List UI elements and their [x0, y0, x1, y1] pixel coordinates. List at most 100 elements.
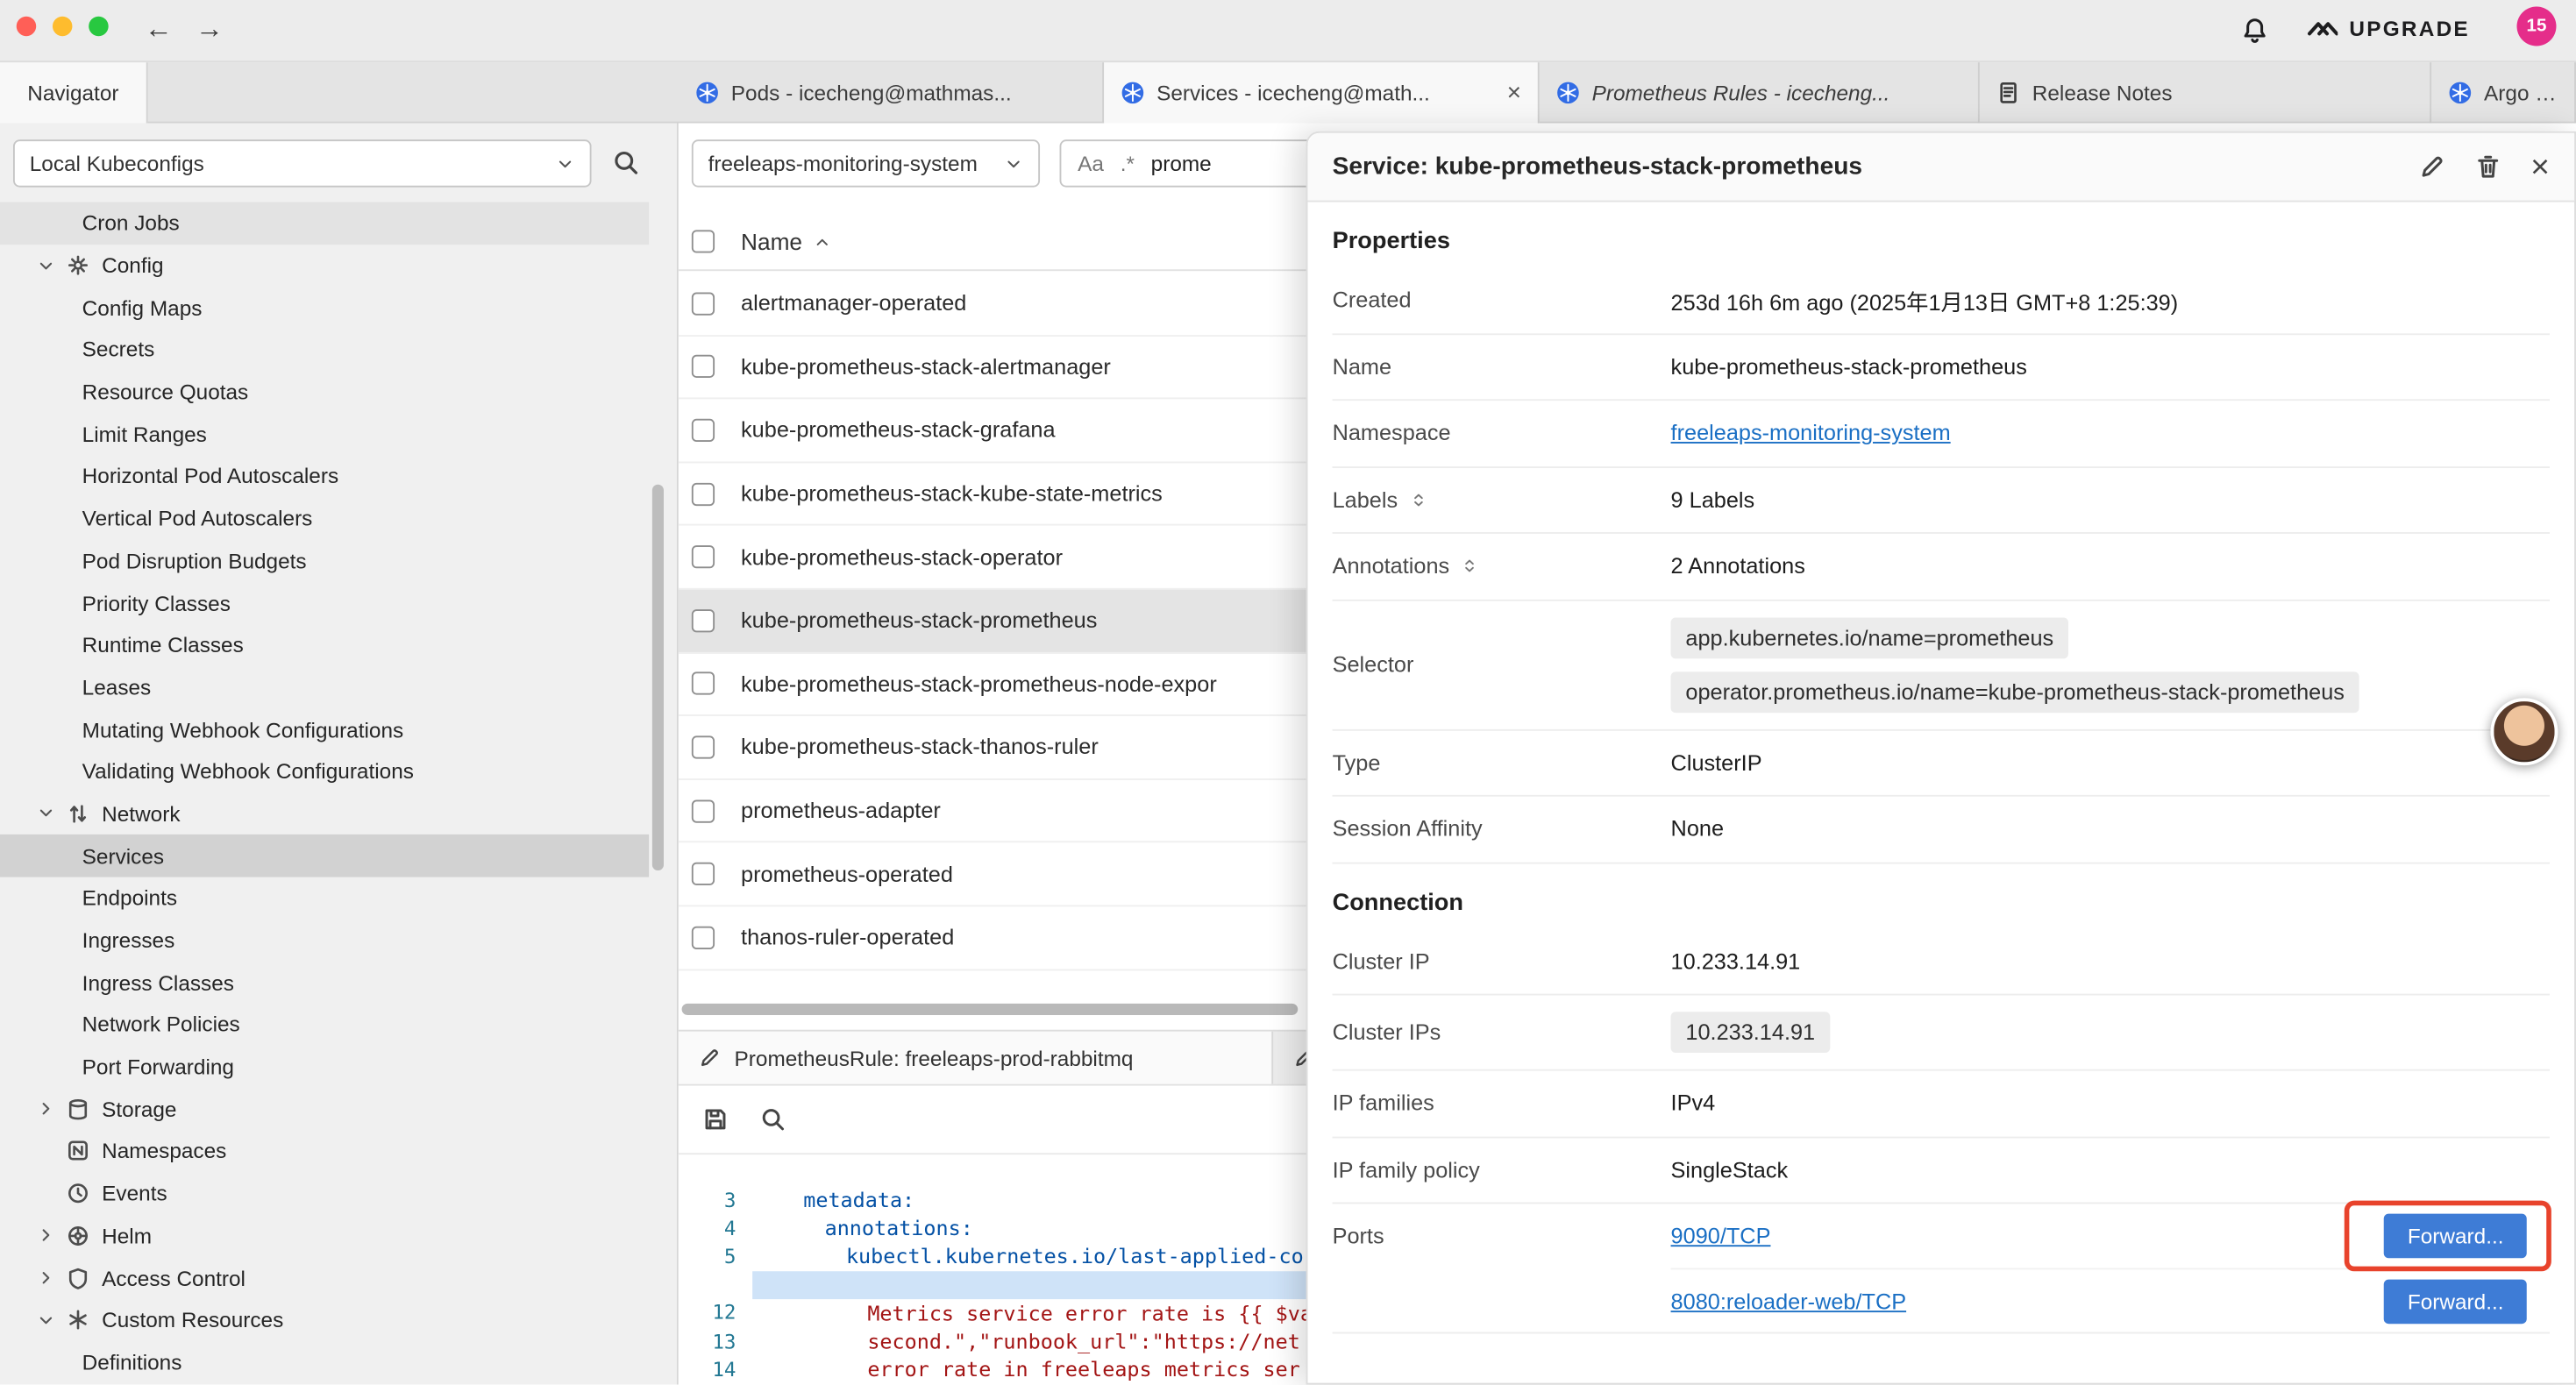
chevron-down-icon[interactable]	[36, 804, 55, 823]
editor-line[interactable]: 13second.","runbook_url":"https://net	[679, 1327, 1308, 1355]
chevron-right-icon[interactable]	[36, 1099, 55, 1119]
row-checkbox[interactable]	[692, 355, 715, 378]
sidebar-item-ingress-classes[interactable]: Ingress Classes	[0, 962, 649, 1004]
sidebar-item-config[interactable]: Config	[0, 245, 649, 287]
table-row[interactable]: kube-prometheus-stack-operator	[679, 526, 1308, 589]
delete-icon[interactable]	[2474, 153, 2502, 181]
editor-line[interactable]: 14error rate in freeleaps metrics ser	[679, 1355, 1308, 1383]
sidebar-scrollbar-thumb[interactable]	[652, 485, 664, 870]
table-row[interactable]: kube-prometheus-stack-prometheus-node-ex…	[679, 653, 1308, 716]
table-row[interactable]: kube-prometheus-stack-alertmanager	[679, 336, 1308, 399]
tab-close-icon[interactable]: ×	[1497, 79, 1521, 107]
row-checkbox[interactable]	[692, 735, 715, 758]
port-link[interactable]: 8080:reloader-web/TCP	[1671, 1289, 1907, 1313]
sidebar-item-events[interactable]: Events	[0, 1172, 649, 1214]
sidebar-item-storage[interactable]: Storage	[0, 1088, 649, 1130]
sidebar-item-pod-disruption-budgets[interactable]: Pod Disruption Budgets	[0, 540, 649, 582]
sidebar-item-secrets[interactable]: Secrets	[0, 329, 649, 371]
sidebar-item-helm[interactable]: Helm	[0, 1215, 649, 1257]
table-row[interactable]: thanos-ruler-operated	[679, 906, 1308, 970]
sidebar-item-network-policies[interactable]: Network Policies	[0, 1004, 649, 1046]
forward-button[interactable]: →	[196, 10, 224, 49]
table-row[interactable]: alertmanager-operated	[679, 273, 1308, 336]
sidebar-item-ingresses[interactable]: Ingresses	[0, 920, 649, 962]
sidebar-item-cron-jobs[interactable]: Cron Jobs	[0, 202, 649, 244]
row-checkbox[interactable]	[692, 609, 715, 632]
select-all-checkbox[interactable]	[692, 230, 715, 252]
row-checkbox[interactable]	[692, 926, 715, 948]
horizontal-scrollbar-thumb[interactable]	[682, 1004, 1299, 1015]
namespace-filter-select[interactable]: freeleaps-monitoring-system	[692, 139, 1040, 187]
row-checkbox[interactable]	[692, 419, 715, 442]
sidebar-item-horizontal-pod-autoscalers[interactable]: Horizontal Pod Autoscalers	[0, 455, 649, 497]
sidebar-item-resource-quotas[interactable]: Resource Quotas	[0, 371, 649, 413]
chevron-down-icon[interactable]	[36, 255, 55, 274]
tab-services-icecheng-math[interactable]: Services - icecheng@math...×	[1104, 62, 1540, 123]
row-checkbox[interactable]	[692, 672, 715, 695]
sidebar-item-namespaces[interactable]: Namespaces	[0, 1130, 649, 1172]
tab-prometheus-rules-icecheng[interactable]: Prometheus Rules - icecheng...	[1540, 62, 1980, 123]
close-icon[interactable]: ×	[2530, 150, 2550, 182]
search-icon[interactable]	[611, 148, 641, 178]
sidebar-item-leases[interactable]: Leases	[0, 666, 649, 708]
sidebar-item-validating-webhook-configurations[interactable]: Validating Webhook Configurations	[0, 750, 649, 792]
sidebar-item-custom-resources[interactable]: Custom Resources	[0, 1299, 649, 1341]
row-checkbox[interactable]	[692, 292, 715, 315]
edit-icon[interactable]	[2419, 153, 2447, 181]
navigator-tab[interactable]: Navigator	[0, 62, 148, 123]
sidebar-item-runtime-classes[interactable]: Runtime Classes	[0, 624, 649, 666]
chevron-right-icon[interactable]	[36, 1225, 55, 1245]
dock-tab-prometheusrule[interactable]: PrometheusRule: freeleaps-prod-rabbitmq	[679, 1032, 1273, 1084]
yaml-editor[interactable]: 3metadata:4annotations:5kubectl.kubernet…	[679, 1154, 1308, 1385]
notification-badge[interactable]: 15	[2517, 6, 2557, 46]
sidebar-item-port-forwarding[interactable]: Port Forwarding	[0, 1046, 649, 1088]
chevron-down-icon[interactable]	[36, 1310, 55, 1330]
row-checkbox[interactable]	[692, 799, 715, 822]
name-column-header[interactable]: Name	[741, 228, 802, 254]
kubeconfig-select[interactable]: Local Kubeconfigs	[13, 139, 592, 187]
tab-release-notes[interactable]: Release Notes	[1980, 62, 2431, 123]
row-checkbox[interactable]	[692, 863, 715, 885]
sidebar-item-services[interactable]: Services	[0, 835, 649, 877]
sidebar-item-network[interactable]: Network	[0, 792, 649, 835]
table-row[interactable]: kube-prometheus-stack-prometheus	[679, 590, 1308, 653]
detail-link[interactable]: freeleaps-monitoring-system	[1671, 421, 1951, 445]
forward-button[interactable]: Forward...	[2385, 1279, 2527, 1324]
row-checkbox[interactable]	[692, 482, 715, 505]
bell-icon[interactable]	[2241, 17, 2269, 45]
row-checkbox[interactable]	[692, 545, 715, 568]
tab-pods-icecheng-mathmas[interactable]: Pods - icecheng@mathmas...	[679, 62, 1104, 123]
match-case-toggle[interactable]: Aa	[1078, 151, 1104, 175]
table-row[interactable]: kube-prometheus-stack-thanos-ruler	[679, 716, 1308, 779]
editor-search-icon[interactable]	[759, 1105, 787, 1133]
sidebar-item-access-control[interactable]: Access Control	[0, 1257, 649, 1299]
sidebar-item-endpoints[interactable]: Endpoints	[0, 877, 649, 920]
table-row[interactable]: kube-prometheus-stack-grafana	[679, 400, 1308, 463]
regex-toggle[interactable]: .*	[1121, 151, 1135, 175]
sidebar-item-limit-ranges[interactable]: Limit Ranges	[0, 413, 649, 455]
window-close-button[interactable]	[17, 17, 36, 36]
service-search-input[interactable]: Aa .* prome	[1060, 139, 1348, 187]
editor-line[interactable]: 12Metrics service error rate is {{ $va	[679, 1299, 1308, 1327]
port-link[interactable]: 9090/TCP	[1671, 1224, 1771, 1248]
chevron-right-icon[interactable]	[36, 1268, 55, 1288]
folded-region-highlight[interactable]	[752, 1270, 1307, 1298]
editor-line[interactable]: 5kubectl.kubernetes.io/last-applied-co	[679, 1242, 1308, 1270]
dock-tab-next[interactable]	[1273, 1032, 1307, 1084]
tab-argo-se[interactable]: Argo Se	[2431, 62, 2576, 123]
sort-ascending-icon[interactable]	[814, 232, 832, 251]
editor-line[interactable]: 3metadata:	[679, 1186, 1308, 1214]
sidebar-item-config-maps[interactable]: Config Maps	[0, 287, 649, 329]
table-row[interactable]: prometheus-adapter	[679, 780, 1308, 843]
user-avatar[interactable]	[2491, 698, 2558, 765]
back-button[interactable]: ←	[145, 10, 173, 49]
window-minimize-button[interactable]	[53, 17, 72, 36]
forward-button[interactable]: Forward...	[2385, 1214, 2527, 1259]
sidebar-item-vertical-pod-autoscalers[interactable]: Vertical Pod Autoscalers	[0, 497, 649, 539]
table-row[interactable]: prometheus-operated	[679, 843, 1308, 906]
sidebar-item-priority-classes[interactable]: Priority Classes	[0, 582, 649, 624]
sidebar-item-definitions[interactable]: Definitions	[0, 1341, 649, 1383]
window-zoom-button[interactable]	[89, 17, 108, 36]
upgrade-button[interactable]: UPGRADE	[2307, 13, 2470, 45]
table-row[interactable]: kube-prometheus-stack-kube-state-metrics	[679, 463, 1308, 526]
